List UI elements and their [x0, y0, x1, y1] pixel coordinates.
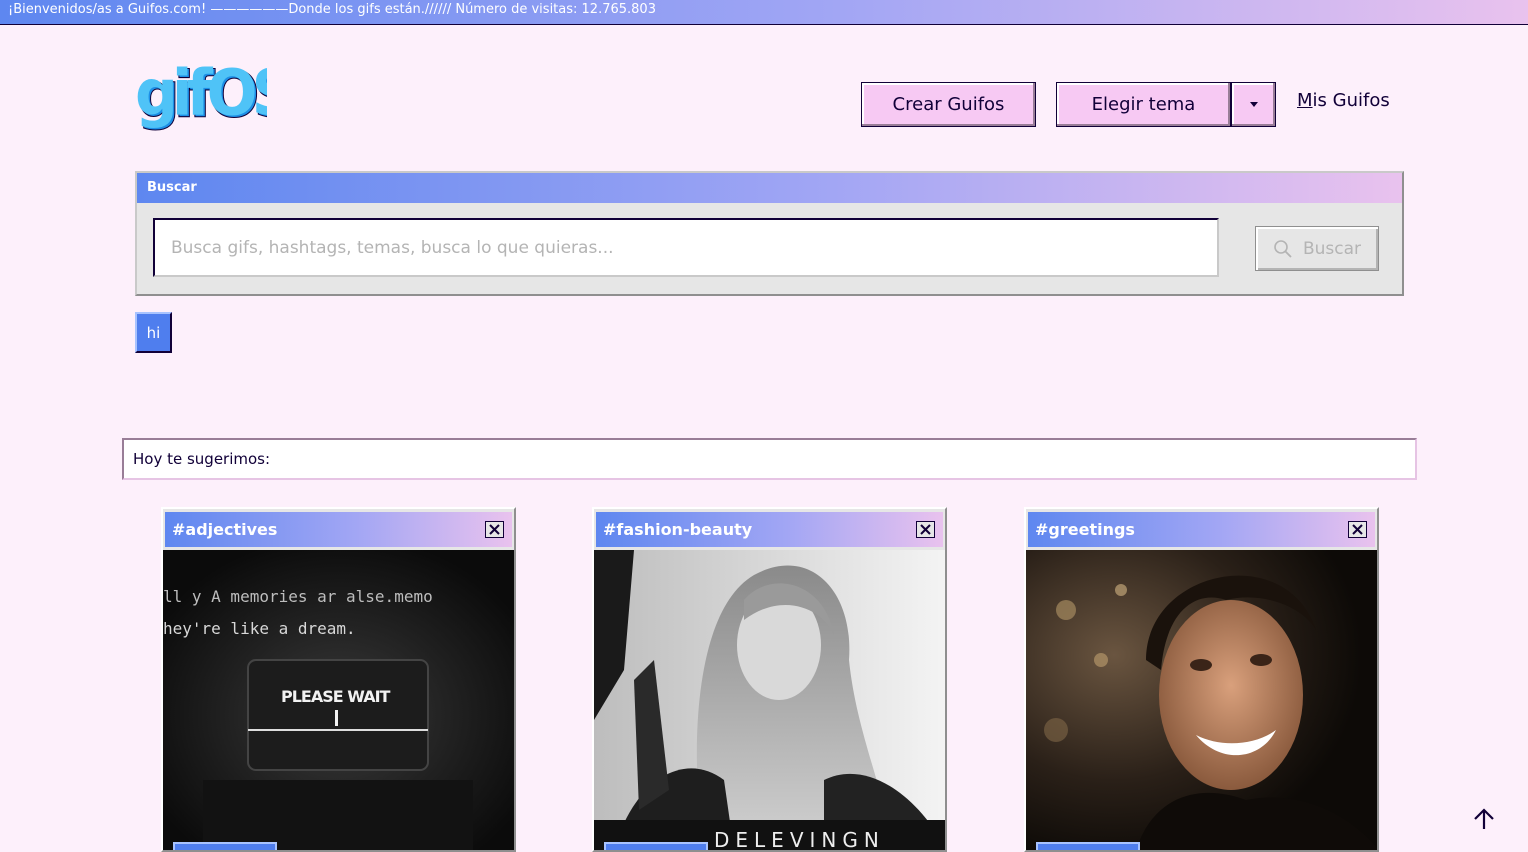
search-window: Buscar Buscar: [135, 171, 1404, 296]
suggestion-card-header: #fashion-beauty: [596, 512, 943, 547]
close-icon: [489, 524, 500, 535]
search-icon: [1274, 239, 1292, 258]
suggestion-card: #greetings: [1024, 507, 1379, 852]
svg-text:PLEASE WAIT: PLEASE WAIT: [281, 687, 391, 706]
create-guifos-label: Crear Guifos: [892, 94, 1005, 115]
suggestion-gif[interactable]: ll y A memories ar alse.memo hey're like…: [163, 550, 514, 850]
choose-theme-button[interactable]: Elegir tema: [1056, 82, 1231, 127]
scroll-to-top-button[interactable]: [1471, 806, 1497, 832]
my-guifos-link[interactable]: Mis Guifos: [1297, 90, 1390, 111]
suggestion-card: #fashion-beauty DELEVINGN: [592, 507, 947, 852]
svg-text:gifOS: gifOS: [135, 62, 267, 130]
create-guifos-button[interactable]: Crear Guifos: [861, 82, 1036, 127]
welcome-banner-text: ¡Bienvenidos/as a Guifos.com! ——————Dond…: [8, 2, 656, 17]
welcome-banner: ¡Bienvenidos/as a Guifos.com! ——————Dond…: [0, 0, 1528, 25]
my-guifos-label-rest: is Guifos: [1312, 90, 1390, 111]
suggestion-card: #adjectives ll y A memories ar alse.memo…: [161, 507, 516, 852]
search-button-label: Buscar: [1302, 238, 1362, 259]
svg-text:DELEVINGN: DELEVINGN: [714, 828, 885, 850]
arrow-up-icon: [1474, 808, 1494, 829]
suggestion-gif[interactable]: DELEVINGN: [594, 550, 945, 850]
suggestions-heading-bar: Hoy te sugerimos:: [122, 438, 1417, 480]
close-icon: [1352, 524, 1363, 535]
see-more-button[interactable]: [604, 842, 708, 850]
suggestion-card-header: #adjectives: [165, 512, 512, 547]
close-icon: [920, 524, 931, 535]
my-guifos-label-first: M: [1297, 90, 1313, 111]
caret-down-icon: [1249, 102, 1258, 107]
suggestion-card-header: #greetings: [1028, 512, 1375, 547]
see-more-button[interactable]: [1036, 842, 1140, 850]
search-button[interactable]: Buscar: [1255, 226, 1379, 271]
suggestion-card-title: #adjectives: [172, 520, 278, 539]
search-tag-label: hi: [146, 323, 161, 342]
suggestions-heading: Hoy te sugerimos:: [133, 450, 271, 468]
see-more-button[interactable]: [173, 842, 277, 850]
svg-text:ll y A memories ar alse.memo: ll y A memories ar alse.memo: [163, 587, 433, 606]
suggestion-card-title: #greetings: [1035, 520, 1135, 539]
close-button[interactable]: [1348, 521, 1367, 538]
search-window-title: Buscar: [137, 173, 1402, 203]
suggestion-gif[interactable]: [1026, 550, 1377, 850]
close-button[interactable]: [916, 521, 935, 538]
search-input[interactable]: [153, 218, 1219, 277]
theme-dropdown-button[interactable]: [1231, 82, 1276, 127]
close-button[interactable]: [485, 521, 504, 538]
suggestion-card-title: #fashion-beauty: [603, 520, 753, 539]
gifos-logo[interactable]: gifOS gifOS: [133, 56, 299, 132]
svg-text:hey're like a dream.: hey're like a dream.: [163, 619, 356, 638]
search-tag-chip[interactable]: hi: [135, 312, 172, 353]
choose-theme-label: Elegir tema: [1091, 94, 1196, 115]
